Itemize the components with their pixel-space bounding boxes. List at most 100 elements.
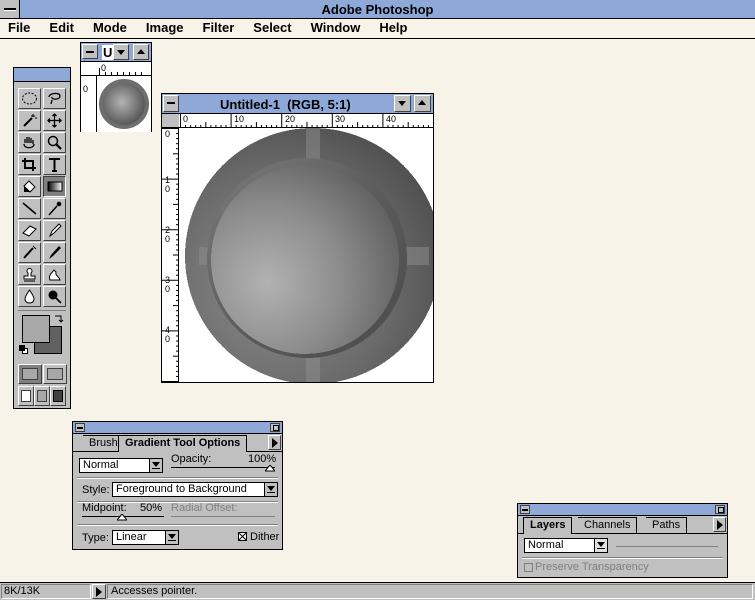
v-tick-label-10: 1 0	[165, 175, 171, 194]
zoom-tool[interactable]	[43, 132, 66, 153]
document-maximize-button[interactable]	[414, 95, 431, 112]
pencil-tool[interactable]	[43, 220, 66, 241]
menu-help[interactable]: Help	[379, 19, 407, 38]
gradient-options-close-button[interactable]	[75, 423, 85, 432]
midpoint-slider-thumb[interactable]	[117, 514, 127, 521]
gradient-blend-mode-select[interactable]: Normal	[79, 458, 163, 473]
status-menu-button[interactable]	[92, 584, 106, 599]
zoom-icon	[47, 135, 62, 150]
paint-bucket-tool[interactable]	[18, 176, 41, 197]
v-tick-label-0: 0	[165, 129, 171, 139]
h-tick-label-0: 0	[183, 114, 189, 124]
gradient-type-select[interactable]: Linear	[112, 530, 179, 545]
type-icon	[49, 158, 60, 172]
rubber-stamp-tool[interactable]	[18, 264, 41, 285]
palette-menu-button[interactable]	[268, 435, 281, 450]
v-tick-label-30: 3 0	[165, 275, 171, 294]
chevron-down-icon	[264, 483, 277, 496]
status-bar: 8K/13K Accesses pointer.	[0, 582, 755, 600]
navigator-minimize-button[interactable]	[113, 44, 129, 60]
layer-blend-mode-select[interactable]: Normal	[524, 538, 608, 553]
menu-edit[interactable]: Edit	[49, 19, 74, 38]
layers-close-button[interactable]	[520, 505, 530, 514]
navigator-maximize-button[interactable]	[133, 44, 149, 60]
tab-brushes-label: Brush	[89, 437, 118, 449]
full-screen-mode-button[interactable]	[50, 386, 66, 406]
crop-tool[interactable]	[18, 154, 41, 175]
document-title: Untitled-1 (RGB, 5:1)	[220, 97, 351, 112]
v-tick-label-20: 2 0	[165, 225, 171, 244]
dodge-burn-tool[interactable]	[43, 286, 66, 307]
blur-icon	[24, 289, 35, 304]
type-tool[interactable]	[43, 154, 66, 175]
default-colors-icon[interactable]	[19, 345, 28, 354]
standard-screen-mode-button[interactable]	[18, 386, 34, 406]
gradient-options-title-bar[interactable]	[73, 422, 282, 434]
hand-tool[interactable]	[18, 132, 41, 153]
paintbrush-tool[interactable]	[43, 242, 66, 263]
opacity-slider-thumb[interactable]	[265, 465, 275, 472]
tab-layers[interactable]: Layers	[523, 517, 573, 534]
opacity-value: 100%	[248, 453, 277, 465]
navigator-system-button[interactable]	[82, 44, 98, 59]
navigator-window[interactable]: U 0 0	[80, 42, 152, 132]
airbrush-tool[interactable]	[18, 242, 41, 263]
airbrush-icon	[23, 245, 37, 259]
app-title: Adobe Photoshop	[321, 2, 434, 17]
menu-bar: File Edit Mode Image Filter Select Windo…	[0, 19, 755, 39]
tab-gradient-tool-options[interactable]: Gradient Tool Options	[118, 435, 248, 452]
tab-channels-label: Channels	[584, 519, 631, 531]
layers-title-bar[interactable]	[518, 504, 727, 516]
h-tick-label-40: 40	[386, 114, 397, 124]
dither-checkbox[interactable]	[238, 532, 247, 541]
gradient-icon	[47, 181, 63, 192]
layers-zoom-button[interactable]	[715, 505, 725, 514]
toolbox	[13, 67, 71, 409]
tab-paths[interactable]: Paths	[646, 517, 688, 533]
document-minimize-button[interactable]	[394, 95, 411, 112]
dither-label: Dither	[250, 531, 280, 543]
gradient-tool[interactable]	[43, 176, 66, 197]
radial-offset-slider-track	[171, 516, 275, 517]
navigator-horizontal-ruler: 0	[81, 62, 151, 76]
menu-filter[interactable]: Filter	[203, 19, 235, 38]
gradient-options-zoom-button[interactable]	[270, 423, 280, 432]
standard-mode-button[interactable]	[18, 364, 42, 384]
lasso-tool[interactable]	[43, 88, 66, 109]
gradient-style-select[interactable]: Foreground to Background	[112, 482, 278, 497]
document-title-bar[interactable]: Untitled-1 (RGB, 5:1)	[162, 94, 433, 114]
smudge-tool[interactable]	[43, 264, 66, 285]
layer-blend-mode-value: Normal	[528, 539, 564, 551]
menu-file[interactable]: File	[8, 19, 30, 38]
navigator-title-bar[interactable]: U	[81, 43, 151, 62]
eraser-tool[interactable]	[18, 220, 41, 241]
tab-channels[interactable]: Channels	[578, 517, 638, 533]
swap-colors-icon[interactable]	[54, 313, 64, 323]
opacity-slider-track[interactable]	[171, 467, 275, 468]
magic-wand-tool[interactable]	[18, 110, 41, 131]
eyedropper-icon	[48, 201, 62, 216]
move-tool[interactable]	[43, 110, 66, 131]
smudge-icon	[49, 269, 61, 281]
menu-image[interactable]: Image	[146, 19, 184, 38]
line-tool[interactable]	[18, 198, 41, 219]
quick-mask-mode-button[interactable]	[43, 364, 67, 384]
blur-tool[interactable]	[18, 286, 41, 307]
menu-select[interactable]: Select	[253, 19, 291, 38]
menu-mode[interactable]: Mode	[93, 19, 127, 38]
gradient-style-value: Foreground to Background	[116, 483, 247, 495]
document-window[interactable]: Untitled-1 (RGB, 5:1) 0 10 20 30 40 0 1 …	[161, 93, 434, 383]
document-canvas[interactable]	[179, 128, 433, 382]
menu-window[interactable]: Window	[311, 19, 361, 38]
foreground-color-swatch[interactable]	[22, 315, 50, 343]
document-system-button[interactable]	[163, 95, 179, 112]
toolbox-title-bar[interactable]	[14, 68, 70, 82]
full-screen-menu-mode-button[interactable]	[34, 386, 50, 406]
tab-paths-label: Paths	[652, 519, 681, 531]
navigator-vruler-zero: 0	[83, 84, 89, 94]
layers-separator	[522, 557, 723, 559]
eyedropper-tool[interactable]	[43, 198, 66, 219]
marquee-tool[interactable]	[18, 88, 41, 109]
color-swatch-area	[18, 310, 66, 360]
layers-palette-menu-button[interactable]	[713, 517, 726, 532]
